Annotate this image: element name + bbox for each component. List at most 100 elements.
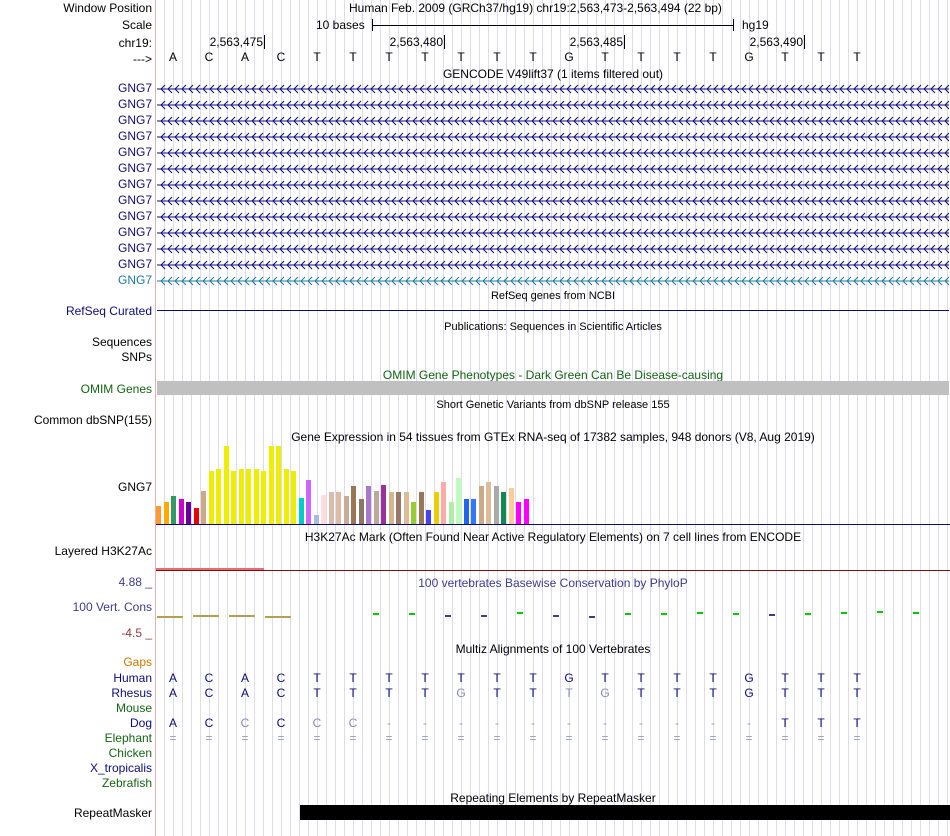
gtex-tissue-bar[interactable] <box>351 486 356 524</box>
gencode-gene-label[interactable]: GNG7 <box>118 209 152 223</box>
gtex-tissue-bar[interactable] <box>246 469 251 524</box>
dbsnp-title[interactable]: Short Genetic Variants from dbSNP releas… <box>156 399 950 411</box>
phylop-title[interactable]: 100 vertebrates Basewise Conservation by… <box>156 576 950 590</box>
gtex-tissue-bar[interactable] <box>328 492 334 524</box>
gtex-tissue-bar[interactable] <box>231 471 236 524</box>
gtex-tissue-bar[interactable] <box>508 488 514 524</box>
gtex-tissue-bar[interactable] <box>321 495 326 524</box>
gtex-tissue-bar[interactable] <box>426 510 431 524</box>
gtex-tissue-bar[interactable] <box>313 515 319 524</box>
refseq-title[interactable]: RefSeq genes from NCBI <box>156 290 950 302</box>
gtex-tissue-bar[interactable] <box>253 469 259 524</box>
gencode-gene-label[interactable]: GNG7 <box>118 177 152 191</box>
gtex-tissue-bar[interactable] <box>456 478 461 524</box>
gtex-tissue-bar[interactable] <box>516 502 521 524</box>
gencode-gene-label[interactable]: GNG7 <box>118 97 152 111</box>
species-label[interactable]: Elephant <box>105 731 152 745</box>
gtex-tissue-bar[interactable] <box>358 499 364 524</box>
omim-bar[interactable] <box>157 381 949 395</box>
gencode-gene-label[interactable]: GNG7 <box>118 257 152 271</box>
species-label[interactable]: Zebrafish <box>102 776 152 790</box>
gtex-tissue-bar[interactable] <box>501 492 506 524</box>
gencode-transcript[interactable] <box>157 148 949 158</box>
gtex-tissue-bar[interactable] <box>216 469 221 524</box>
gencode-gene-label[interactable]: GNG7 <box>118 241 152 255</box>
repeatmasker-label[interactable]: RepeatMasker <box>74 806 152 820</box>
gencode-transcript[interactable] <box>157 228 949 238</box>
gencode-transcript[interactable] <box>157 244 949 254</box>
gtex-tissue-bar[interactable] <box>186 502 191 524</box>
gtex-tissue-bar[interactable] <box>373 491 379 524</box>
gencode-gene-label[interactable]: GNG7 <box>118 129 152 143</box>
gencode-gene-label[interactable]: GNG7 <box>118 81 152 95</box>
gtex-tissue-bar[interactable] <box>201 491 206 524</box>
repeatmasker-title[interactable]: Repeating Elements by RepeatMasker <box>156 791 950 805</box>
gtex-tissue-bar[interactable] <box>163 502 169 524</box>
gtex-tissue-bar[interactable] <box>156 506 161 524</box>
multiz-title[interactable]: Multiz Alignments of 100 Vertebrates <box>156 642 950 656</box>
gtex-tissue-bar[interactable] <box>306 480 311 524</box>
gtex-tissue-bar[interactable] <box>171 496 176 524</box>
species-label[interactable]: Mouse <box>116 701 152 715</box>
gtex-tissue-bar[interactable] <box>388 492 394 524</box>
gencode-transcript[interactable] <box>157 180 949 190</box>
gtex-tissue-bar[interactable] <box>441 482 446 524</box>
gtex-tissue-bar[interactable] <box>411 502 416 524</box>
gencode-transcript[interactable] <box>157 132 949 142</box>
gencode-gene-label[interactable]: GNG7 <box>118 113 152 127</box>
gtex-tissue-bar[interactable] <box>493 486 499 524</box>
gencode-transcript[interactable] <box>157 196 949 206</box>
gtex-tissue-bar[interactable] <box>223 446 229 524</box>
sequences-label[interactable]: Sequences <box>92 335 152 349</box>
gtex-barchart[interactable] <box>156 444 536 524</box>
omim-title[interactable]: OMIM Gene Phenotypes - Dark Green Can Be… <box>156 368 950 382</box>
species-label[interactable]: Dog <box>130 716 152 730</box>
gtex-tissue-bar[interactable] <box>523 499 529 524</box>
gtex-tissue-bar[interactable] <box>276 446 281 524</box>
snps-label[interactable]: SNPs <box>121 350 152 364</box>
repeatmasker-element[interactable] <box>300 805 950 820</box>
gencode-gene-label[interactable]: GNG7 <box>118 225 152 239</box>
gtex-tissue-bar[interactable] <box>336 492 341 524</box>
gtex-tissue-bar[interactable] <box>178 499 184 524</box>
gencode-transcript[interactable] <box>157 100 949 110</box>
gtex-tissue-bar[interactable] <box>381 485 386 524</box>
gencode-gene-label[interactable]: GNG7 <box>118 273 152 287</box>
species-label[interactable]: Rhesus <box>111 686 152 700</box>
gtex-tissue-bar[interactable] <box>343 496 349 524</box>
species-label[interactable]: Human <box>113 671 152 685</box>
gtex-gene-label[interactable]: GNG7 <box>118 480 152 494</box>
gencode-transcript[interactable] <box>157 260 949 270</box>
h3k27ac-label[interactable]: Layered H3K27Ac <box>55 544 152 558</box>
strand-arrow-label[interactable]: ---> <box>133 52 152 66</box>
refseq-line[interactable] <box>157 310 949 311</box>
gencode-gene-label[interactable]: GNG7 <box>118 145 152 159</box>
gtex-tissue-bar[interactable] <box>463 499 469 524</box>
gtex-tissue-bar[interactable] <box>366 486 371 524</box>
gtex-title[interactable]: Gene Expression in 54 tissues from GTEx … <box>156 430 950 444</box>
gtex-tissue-bar[interactable] <box>261 471 266 524</box>
gtex-tissue-bar[interactable] <box>283 469 289 524</box>
species-label[interactable]: X_tropicalis <box>90 761 152 775</box>
species-label[interactable]: Chicken <box>109 746 152 760</box>
gtex-tissue-bar[interactable] <box>471 499 476 524</box>
gencode-transcript[interactable] <box>157 116 949 126</box>
gencode-gene-label[interactable]: GNG7 <box>118 193 152 207</box>
gencode-transcript[interactable] <box>157 84 949 94</box>
gtex-tissue-bar[interactable] <box>448 502 454 524</box>
gtex-tissue-bar[interactable] <box>396 492 401 524</box>
gtex-tissue-bar[interactable] <box>298 498 304 524</box>
gencode-gene-label[interactable]: GNG7 <box>118 161 152 175</box>
window-position-value[interactable]: Human Feb. 2009 (GRCh37/hg19) chr19:2,56… <box>349 1 722 15</box>
gtex-tissue-bar[interactable] <box>478 486 484 524</box>
gencode-transcript[interactable] <box>157 212 949 222</box>
gtex-tissue-bar[interactable] <box>238 469 244 524</box>
phylop-label[interactable]: 100 Vert. Cons <box>73 600 152 614</box>
gtex-tissue-bar[interactable] <box>403 492 409 524</box>
gencode-transcript[interactable] <box>157 276 949 286</box>
gencode-transcript[interactable] <box>157 164 949 174</box>
gtex-tissue-bar[interactable] <box>291 471 296 524</box>
gtex-tissue-bar[interactable] <box>418 492 424 524</box>
gtex-tissue-bar[interactable] <box>433 492 439 524</box>
gtex-tissue-bar[interactable] <box>486 482 491 524</box>
